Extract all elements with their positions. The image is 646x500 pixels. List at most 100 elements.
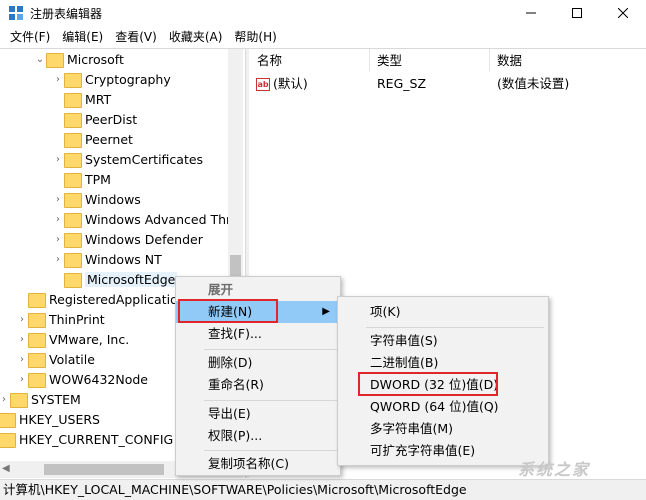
highlight-box-new [178,299,278,323]
tree-node-label: HKEY_USERS [19,411,100,427]
submenu-arrow-icon: ▶ [322,306,330,317]
menu-item-new-expandable-string-value[interactable]: 可扩充字符串值(E) [338,440,548,462]
expand-chevron-icon[interactable]: › [16,349,28,369]
tree-node-windows-nt[interactable]: › Windows NT [52,249,162,269]
tree-node-label: HKEY_CURRENT_CONFIG [19,431,174,447]
minimize-icon [526,12,536,14]
tree-node-hkey-current-config[interactable]: › HKEY_CURRENT_CONFIG [0,429,173,449]
tree-node-volatile[interactable]: › Volatile [16,349,95,369]
folder-icon [64,192,82,208]
menu-item-new-binary-value[interactable]: 二进制值(B) [338,352,548,374]
tree-node-label: Volatile [49,351,95,367]
tree-node-label: Windows [85,191,141,207]
tree-node-windows[interactable]: › Windows [52,189,141,209]
close-icon [618,8,628,18]
value-data: (数值未设置) [497,76,570,91]
menu-file[interactable]: 文件(F) [4,26,56,48]
tree-node-peerdist[interactable]: PeerDist [52,109,137,129]
maximize-button[interactable] [554,0,600,26]
expand-chevron-icon[interactable]: › [0,389,10,409]
menu-item-permissions[interactable]: 权限(P)... [176,425,340,447]
folder-icon [64,172,82,188]
menu-item-rename[interactable]: 重命名(R) [176,374,340,396]
menu-item-export[interactable]: 导出(E) [176,403,340,425]
menu-view[interactable]: 查看(V) [109,26,163,48]
tree-node-microsoft[interactable]: ⌄ Microsoft [34,49,124,69]
folder-icon [46,52,64,68]
folder-icon [64,272,82,288]
folder-icon [10,392,28,408]
folder-icon [64,212,82,228]
folder-icon [28,292,46,308]
tree-node-label: SYSTEM [31,391,81,407]
value-name: (默认) [273,76,308,91]
expand-chevron-icon[interactable]: › [16,309,28,329]
folder-icon [64,72,82,88]
expand-chevron-icon[interactable]: › [16,369,28,389]
tree-node-hkey-users[interactable]: › HKEY_USERS [0,409,100,429]
expand-chevron-icon[interactable]: › [52,229,64,249]
menu-bar: 文件(F) 编辑(E) 查看(V) 收藏夹(A) 帮助(H) [0,26,646,48]
expand-chevron-icon[interactable]: › [52,69,64,89]
menu-separator [204,349,338,350]
tree-node-label: Cryptography [85,71,171,87]
tree-node-microsoftedge[interactable]: MicrosoftEdge [52,269,178,289]
tree-node-label: VMware, Inc. [49,331,130,347]
scroll-left-icon[interactable]: ◀ [2,463,10,474]
tree-node-mrt[interactable]: MRT [52,89,111,109]
expand-chevron-icon[interactable]: › [52,209,64,229]
collapse-chevron-icon[interactable]: ⌄ [34,49,46,69]
tree-node-label: Windows Defender [85,231,203,247]
tree-node-cryptography[interactable]: › Cryptography [52,69,171,89]
menu-item-new-multi-string-value[interactable]: 多字符串值(M) [338,418,548,440]
tree-node-label: SystemCertificates [85,151,204,167]
menu-edit[interactable]: 编辑(E) [56,26,109,48]
tree-node-thinprint[interactable]: › ThinPrint [16,309,105,329]
menu-help[interactable]: 帮助(H) [228,26,282,48]
close-button[interactable] [600,0,646,26]
expand-chevron-icon[interactable]: › [52,149,64,169]
scrollbar-thumb[interactable] [44,464,164,475]
tree-node-peernet[interactable]: Peernet [52,129,133,149]
tree-node-label: Windows NT [85,251,162,267]
tree-node-wow6432node[interactable]: › WOW6432Node [16,369,148,389]
tree-node-label: Windows Advanced Thr [85,211,232,227]
tree-node-windows-defender[interactable]: › Windows Defender [52,229,203,249]
minimize-button[interactable] [508,0,554,26]
folder-icon [28,352,46,368]
folder-icon [28,372,46,388]
folder-icon [64,252,82,268]
tree-node-registeredapplications[interactable]: RegisteredApplicatio [16,289,178,309]
expand-chevron-icon[interactable]: › [52,249,64,269]
menu-item-delete[interactable]: 删除(D) [176,352,340,374]
tree-node-windows-advanced-threat[interactable]: › Windows Advanced Thr [52,209,231,229]
folder-icon [0,432,16,448]
menu-separator [204,450,338,451]
highlight-box-dword [358,372,498,396]
tree-node-systemcertificates[interactable]: › SystemCertificates [52,149,203,169]
expand-chevron-icon[interactable]: › [16,329,28,349]
menu-item-new-qword-value[interactable]: QWORD (64 位)值(Q) [338,396,548,418]
menu-item-find[interactable]: 查找(F)... [176,323,340,345]
menu-item-new-key[interactable]: 项(K) [338,301,548,323]
value-row-name[interactable]: ab (默认) [256,74,308,94]
menu-item-expand[interactable]: 展开 [176,279,340,301]
tree-node-system[interactable]: › SYSTEM [0,389,81,409]
column-header-name[interactable]: 名称 [250,49,370,71]
tree-node-label: ThinPrint [49,311,105,327]
menu-item-copy-key-name[interactable]: 复制项名称(C) [176,453,340,475]
folder-icon [28,312,46,328]
regedit-app-icon [8,5,24,21]
column-header-data[interactable]: 数据 [490,49,646,71]
expand-chevron-icon[interactable]: › [52,189,64,209]
folder-icon [64,132,82,148]
menu-separator [204,400,338,401]
tree-node-vmware[interactable]: › VMware, Inc. [16,329,129,349]
folder-icon [64,232,82,248]
tree-node-tpm[interactable]: TPM [52,169,111,189]
window-title: 注册表编辑器 [30,7,103,21]
menu-favorites[interactable]: 收藏夹(A) [163,26,229,48]
menu-item-new-string-value[interactable]: 字符串值(S) [338,330,548,352]
column-header-type[interactable]: 类型 [370,49,490,71]
tree-node-label: Peernet [85,131,133,147]
